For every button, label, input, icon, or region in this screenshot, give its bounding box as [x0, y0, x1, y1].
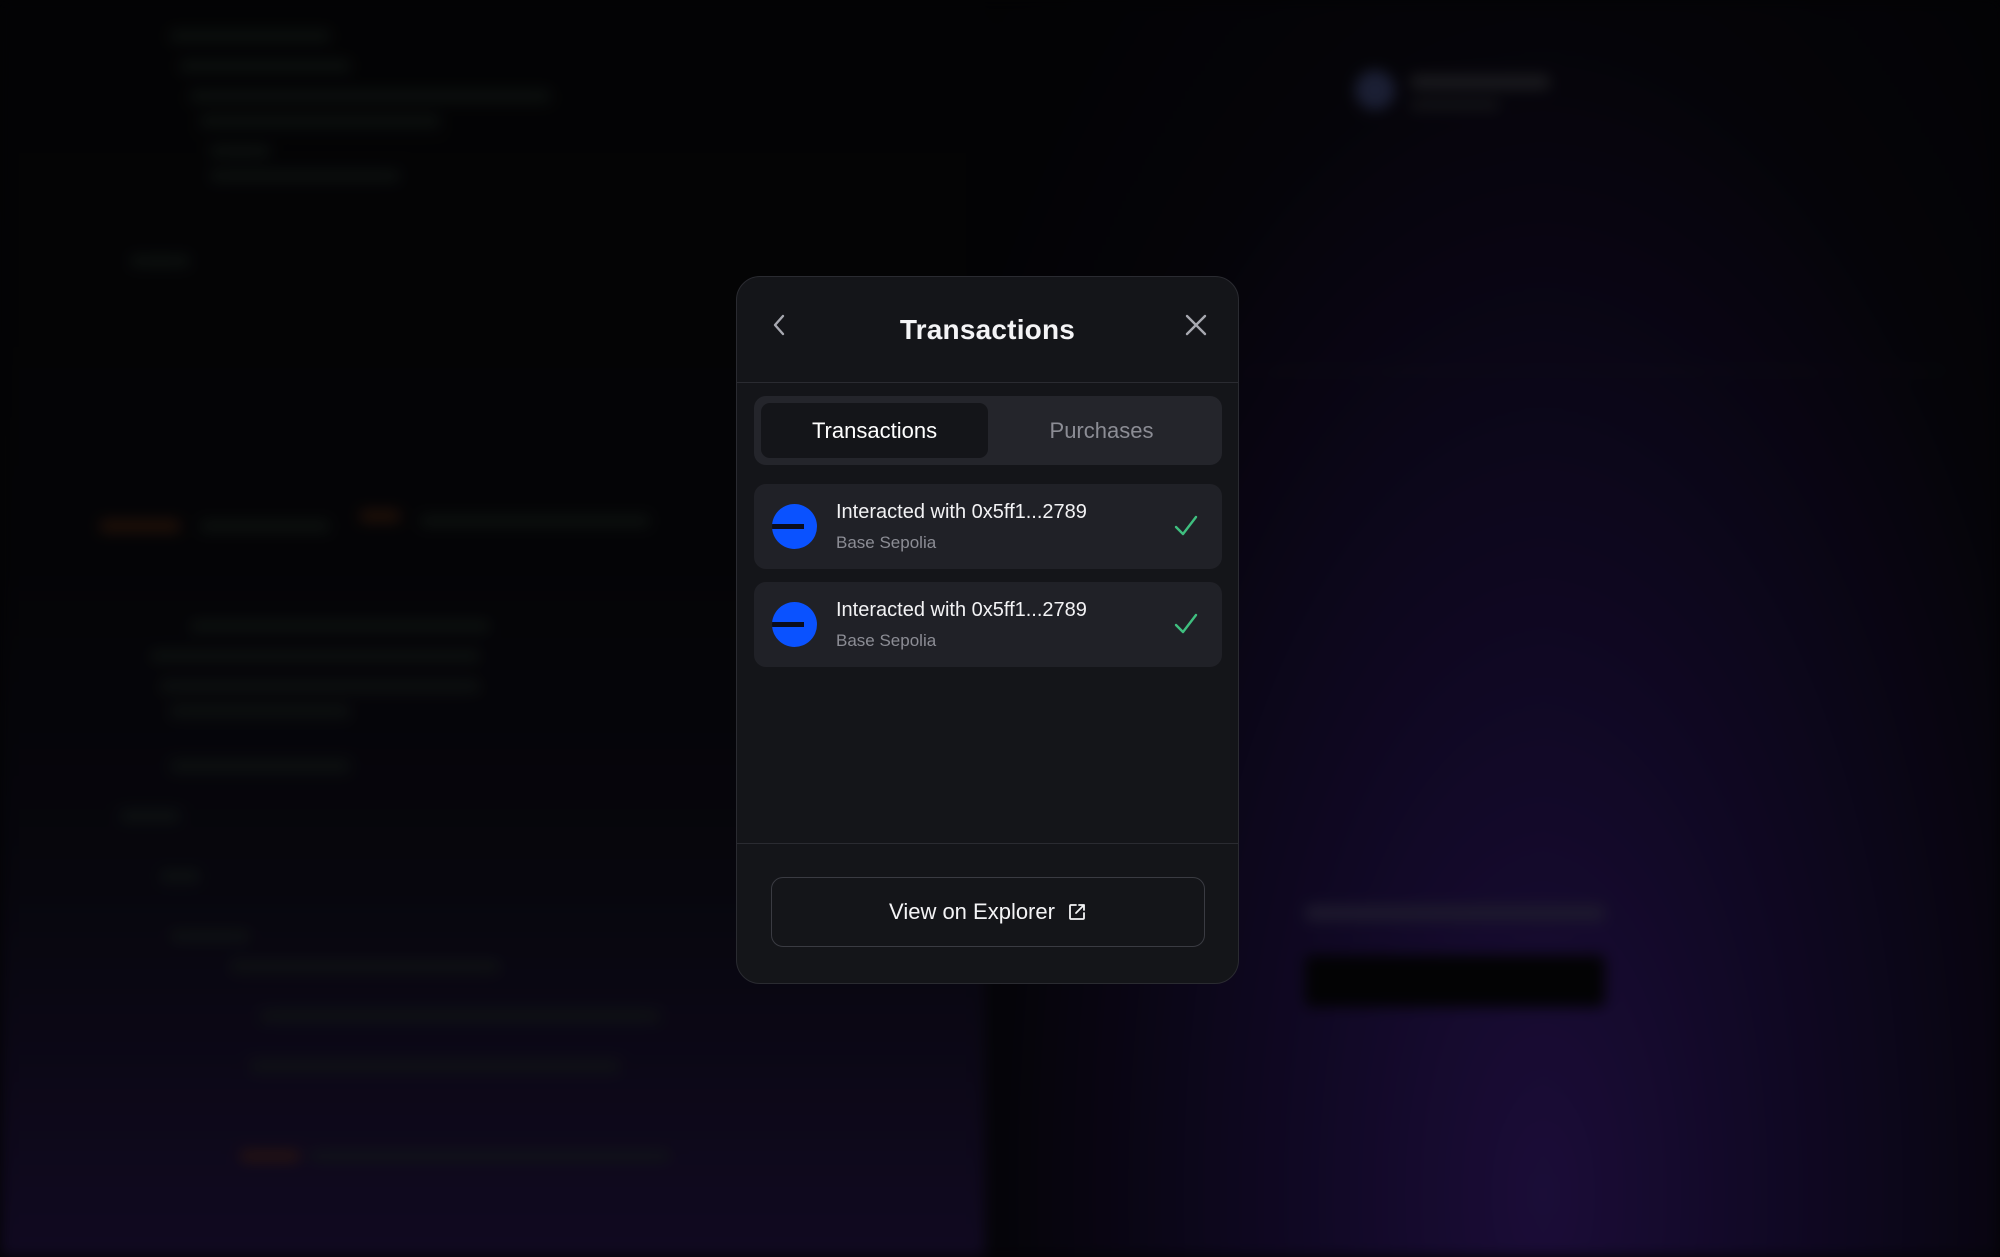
tab-transactions[interactable]: Transactions: [761, 403, 988, 458]
check-icon: [1174, 515, 1198, 536]
check-icon: [1174, 613, 1198, 634]
external-link-icon: [1067, 902, 1087, 922]
modal-title: Transactions: [899, 314, 1076, 345]
chevron-left-icon: [773, 314, 785, 336]
tab-bar: Transactions Purchases: [754, 396, 1222, 465]
transaction-network: Base Sepolia: [836, 631, 937, 650]
transaction-title: Interacted with 0x5ff1...2789: [836, 599, 1087, 621]
close-icon: [1185, 314, 1207, 336]
modal-header: Transactions: [737, 277, 1238, 383]
explorer-button-label: View on Explorer: [889, 899, 1055, 924]
base-network-icon: [772, 504, 817, 549]
base-network-icon: [772, 602, 817, 647]
transactions-modal: Transactions Transactions Purchases Inte…: [736, 276, 1239, 984]
transaction-item[interactable]: Interacted with 0x5ff1...2789 Base Sepol…: [754, 582, 1222, 667]
modal-footer: View on Explorer: [737, 843, 1238, 983]
transaction-item[interactable]: Interacted with 0x5ff1...2789 Base Sepol…: [754, 484, 1222, 569]
transaction-list: Interacted with 0x5ff1...2789 Base Sepol…: [754, 484, 1222, 680]
transaction-network: Base Sepolia: [836, 533, 937, 552]
tab-purchases[interactable]: Purchases: [988, 403, 1215, 458]
back-button[interactable]: [759, 305, 799, 345]
close-button[interactable]: [1176, 305, 1216, 345]
transaction-title: Interacted with 0x5ff1...2789: [836, 501, 1087, 523]
view-on-explorer-button[interactable]: View on Explorer: [771, 877, 1205, 947]
